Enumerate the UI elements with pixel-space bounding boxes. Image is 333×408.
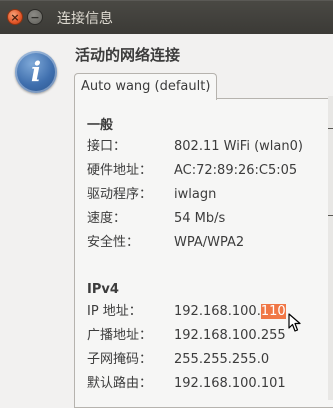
minimize-icon: − (30, 10, 40, 24)
info-row-interface: 接口： 802.11 WiFi (wlan0) (87, 136, 333, 158)
row-value[interactable]: 192.168.100.255 (174, 325, 286, 347)
edge-tick (328, 215, 333, 216)
info-row-subnet-mask: 子网掩码： 255.255.255.0 (87, 349, 333, 371)
row-label: 默认路由： (87, 376, 153, 391)
section-general-heading: 一般 (87, 118, 114, 133)
info-row-hardware-address: 硬件地址： AC:72:89:26:C5:05 (87, 160, 333, 182)
info-row-speed: 速度： 54 Mb/s (87, 208, 333, 230)
row-label: 驱动程序： (87, 187, 153, 202)
section-ipv4-heading: IPv4 (87, 282, 119, 297)
ip-address-value[interactable]: 192.168.100.110 (174, 301, 286, 323)
info-row-security: 安全性： WPA/WPA2 (87, 232, 333, 254)
edge-tick (328, 128, 333, 129)
minimize-button[interactable]: − (27, 9, 43, 25)
text-cursor-icon (288, 313, 301, 332)
window-titlebar[interactable]: × − 连接信息 (0, 0, 333, 34)
close-button[interactable]: × (7, 9, 23, 25)
row-value[interactable]: 54 Mb/s (174, 208, 225, 230)
row-value[interactable]: 802.11 WiFi (wlan0) (174, 136, 303, 158)
info-row-driver: 驱动程序： iwlagn (87, 184, 333, 206)
row-label: 安全性： (87, 235, 140, 250)
row-label: 接口： (87, 139, 127, 154)
row-label: 速度： (87, 211, 127, 226)
row-value[interactable]: iwlagn (174, 184, 216, 206)
info-icon: i (15, 51, 57, 93)
selected-text: 110 (260, 304, 286, 319)
row-label: 硬件地址： (87, 163, 153, 178)
page-title: 活动的网络连接 (75, 46, 181, 64)
row-value[interactable]: AC:72:89:26:C5:05 (174, 160, 297, 182)
background-window-edge (328, 96, 333, 400)
row-label: 子网掩码： (87, 352, 153, 367)
row-label: 广播地址： (87, 328, 153, 343)
ip-prefix: 192.168.100. (174, 304, 261, 319)
tab-auto-wang[interactable]: Auto wang (default) (74, 73, 218, 100)
info-row-default-route: 默认路由： 192.168.100.101 (87, 373, 333, 395)
row-label: IP 地址： (87, 304, 142, 319)
row-value[interactable]: WPA/WPA2 (174, 232, 244, 254)
window-title: 连接信息 (57, 11, 113, 27)
row-value[interactable]: 255.255.255.0 (174, 349, 269, 371)
close-icon: × (10, 10, 20, 24)
row-value[interactable]: 192.168.100.101 (174, 373, 286, 395)
